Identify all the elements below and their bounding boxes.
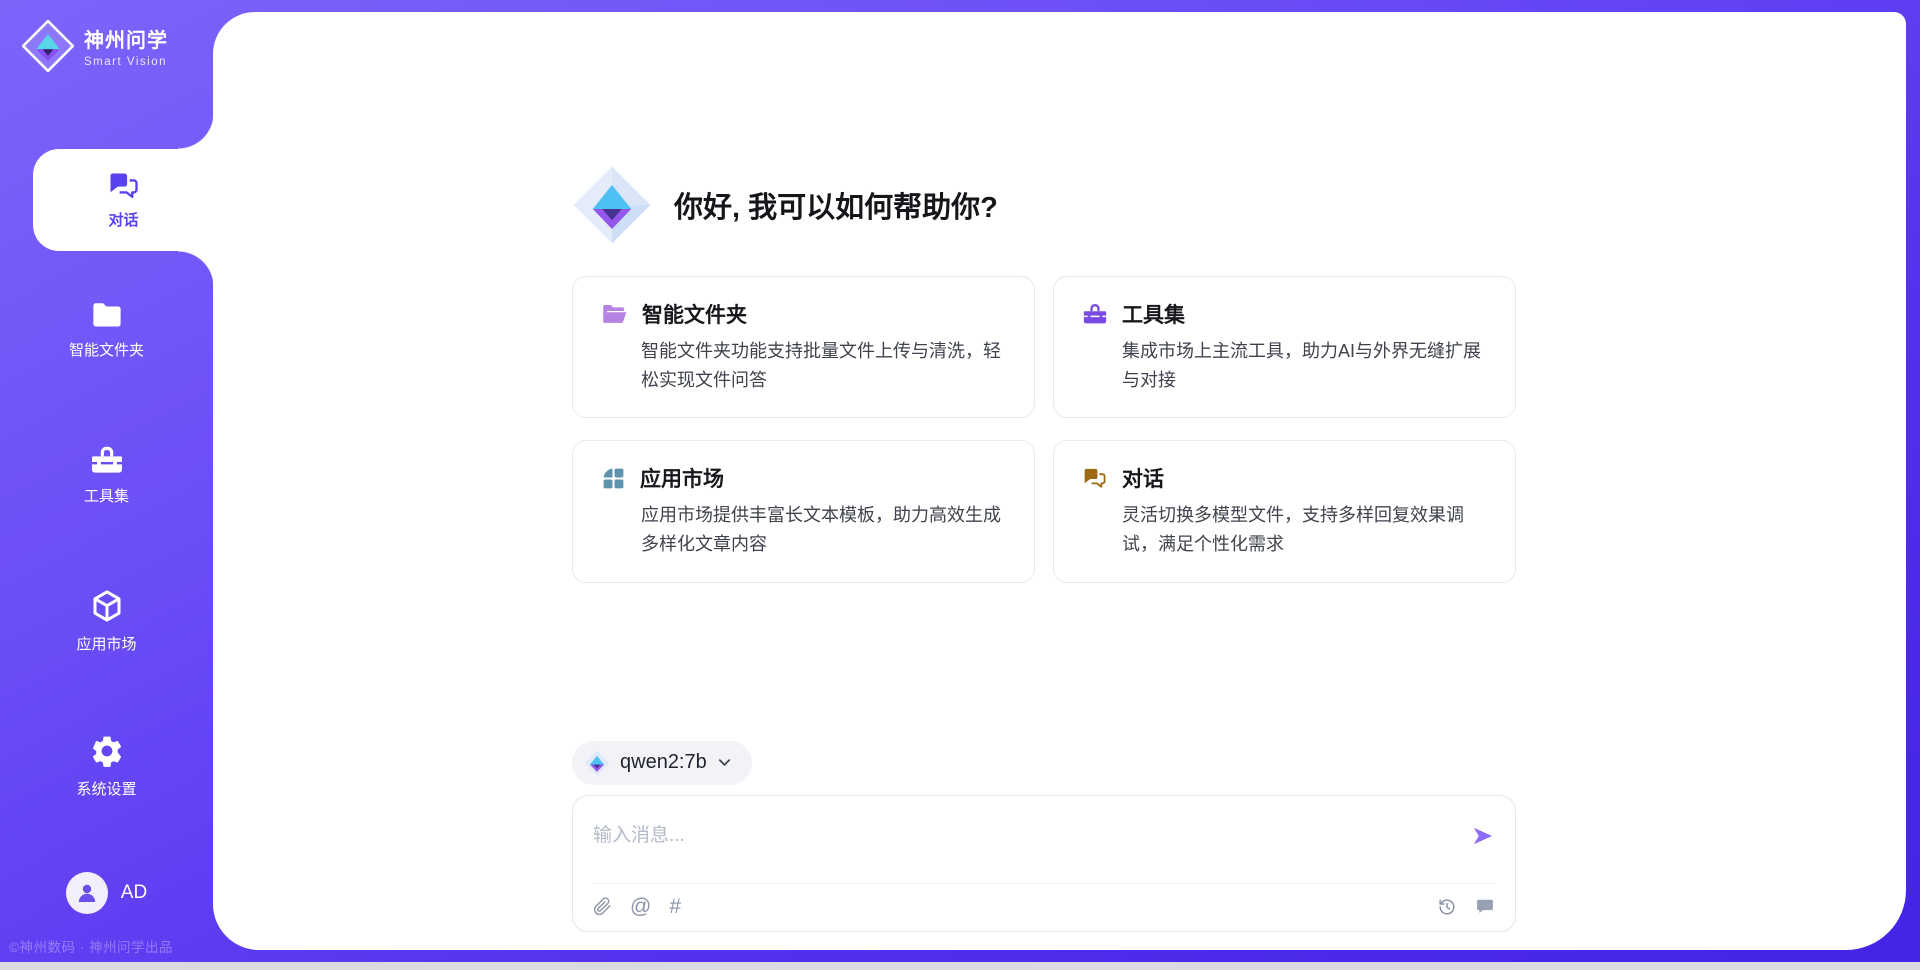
mention-icon: @ (630, 895, 651, 919)
model-name: qwen2:7b (620, 751, 707, 774)
brand: 神州问学 Smart Vision (22, 20, 168, 72)
card-description: 集成市场上主流工具，助力AI与外界无缝扩展与对接 (1122, 337, 1487, 395)
send-icon (1470, 825, 1495, 847)
sidebar-item-app-market[interactable]: 应用市场 (0, 588, 213, 654)
main-panel: 你好, 我可以如何帮助你? 智能文件夹 智能文件夹功能支持批量文件上传与清洗，轻… (213, 12, 1906, 950)
gear-icon (89, 733, 125, 769)
card-description: 灵活切换多模型文件，支持多样回复效果调试，满足个性化需求 (1122, 501, 1487, 559)
paperclip-icon (593, 896, 612, 917)
open-folder-icon (601, 302, 628, 326)
brand-name: 神州问学 (84, 24, 168, 53)
sidebar-item-label: 系统设置 (76, 778, 136, 799)
sidebar-item-label: 工具集 (84, 485, 129, 506)
card-toolset[interactable]: 工具集 集成市场上主流工具，助力AI与外界无缝扩展与对接 (1053, 276, 1516, 418)
assistant-logo-icon (572, 165, 652, 245)
history-button[interactable] (1437, 897, 1457, 917)
hash-icon: # (669, 895, 681, 919)
app-window: 神州问学 Smart Vision 对话 智能文件夹 (0, 0, 1920, 970)
history-icon (1437, 897, 1457, 917)
card-app-market[interactable]: 应用市场 应用市场提供丰富长文本模板，助力高效生成多样化文章内容 (572, 440, 1035, 582)
sidebar-item-label: 应用市场 (76, 633, 136, 654)
card-title: 智能文件夹 (642, 299, 747, 329)
folder-icon (90, 300, 124, 330)
brand-logo-icon (22, 20, 74, 72)
sidebar-item-toolset[interactable]: 工具集 (0, 444, 213, 506)
card-title: 工具集 (1122, 299, 1185, 329)
toolbox-icon (89, 444, 125, 476)
model-selector[interactable]: qwen2:7b (572, 741, 752, 785)
chat-icon (107, 171, 141, 201)
card-title: 对话 (1122, 463, 1164, 493)
window-bottom-edge (0, 962, 1920, 970)
card-description: 智能文件夹功能支持批量文件上传与清洗，轻松实现文件问答 (641, 337, 1006, 395)
sidebar-item-label: 智能文件夹 (69, 339, 144, 360)
sidebar-item-settings[interactable]: 系统设置 (0, 733, 213, 799)
grid-icon (601, 466, 626, 491)
feature-cards: 智能文件夹 智能文件夹功能支持批量文件上传与清洗，轻松实现文件问答 工具 (572, 276, 1516, 583)
chat-icon (1082, 467, 1108, 490)
sidebar-footer: ©神州数码 · 神州问学出品 (9, 936, 173, 956)
briefcase-icon (1082, 302, 1108, 326)
chevron-down-icon (717, 755, 732, 770)
mention-button[interactable]: @ (630, 895, 651, 919)
sidebar-item-label: 对话 (108, 209, 138, 230)
card-title: 应用市场 (640, 463, 724, 493)
user-name: AD (121, 882, 147, 904)
sidebar-item-chat[interactable]: 对话 (33, 149, 214, 251)
person-icon (75, 881, 99, 905)
message-input[interactable] (593, 825, 1454, 847)
card-chat[interactable]: 对话 灵活切换多模型文件，支持多样回复效果调试，满足个性化需求 (1053, 440, 1516, 582)
card-description: 应用市场提供丰富长文本模板，助力高效生成多样化文章内容 (641, 501, 1006, 559)
greeting-text: 你好, 我可以如何帮助你? (674, 184, 998, 226)
brand-subtitle: Smart Vision (84, 56, 168, 68)
user-profile[interactable]: AD (0, 872, 213, 914)
avatar (66, 872, 108, 914)
feedback-button[interactable] (1475, 897, 1495, 916)
greeting: 你好, 我可以如何帮助你? (572, 165, 1516, 245)
attach-button[interactable] (593, 896, 612, 917)
composer: @ # (572, 795, 1516, 932)
model-logo-icon (584, 750, 610, 776)
card-smart-folder[interactable]: 智能文件夹 智能文件夹功能支持批量文件上传与清洗，轻松实现文件问答 (572, 276, 1035, 418)
cube-icon (89, 588, 125, 624)
chat-bubble-icon (1475, 897, 1495, 916)
sidebar: 神州问学 Smart Vision 对话 智能文件夹 (0, 0, 213, 970)
send-button[interactable] (1470, 825, 1495, 847)
sidebar-item-smart-folder[interactable]: 智能文件夹 (0, 300, 213, 360)
topic-button[interactable]: # (669, 895, 681, 919)
